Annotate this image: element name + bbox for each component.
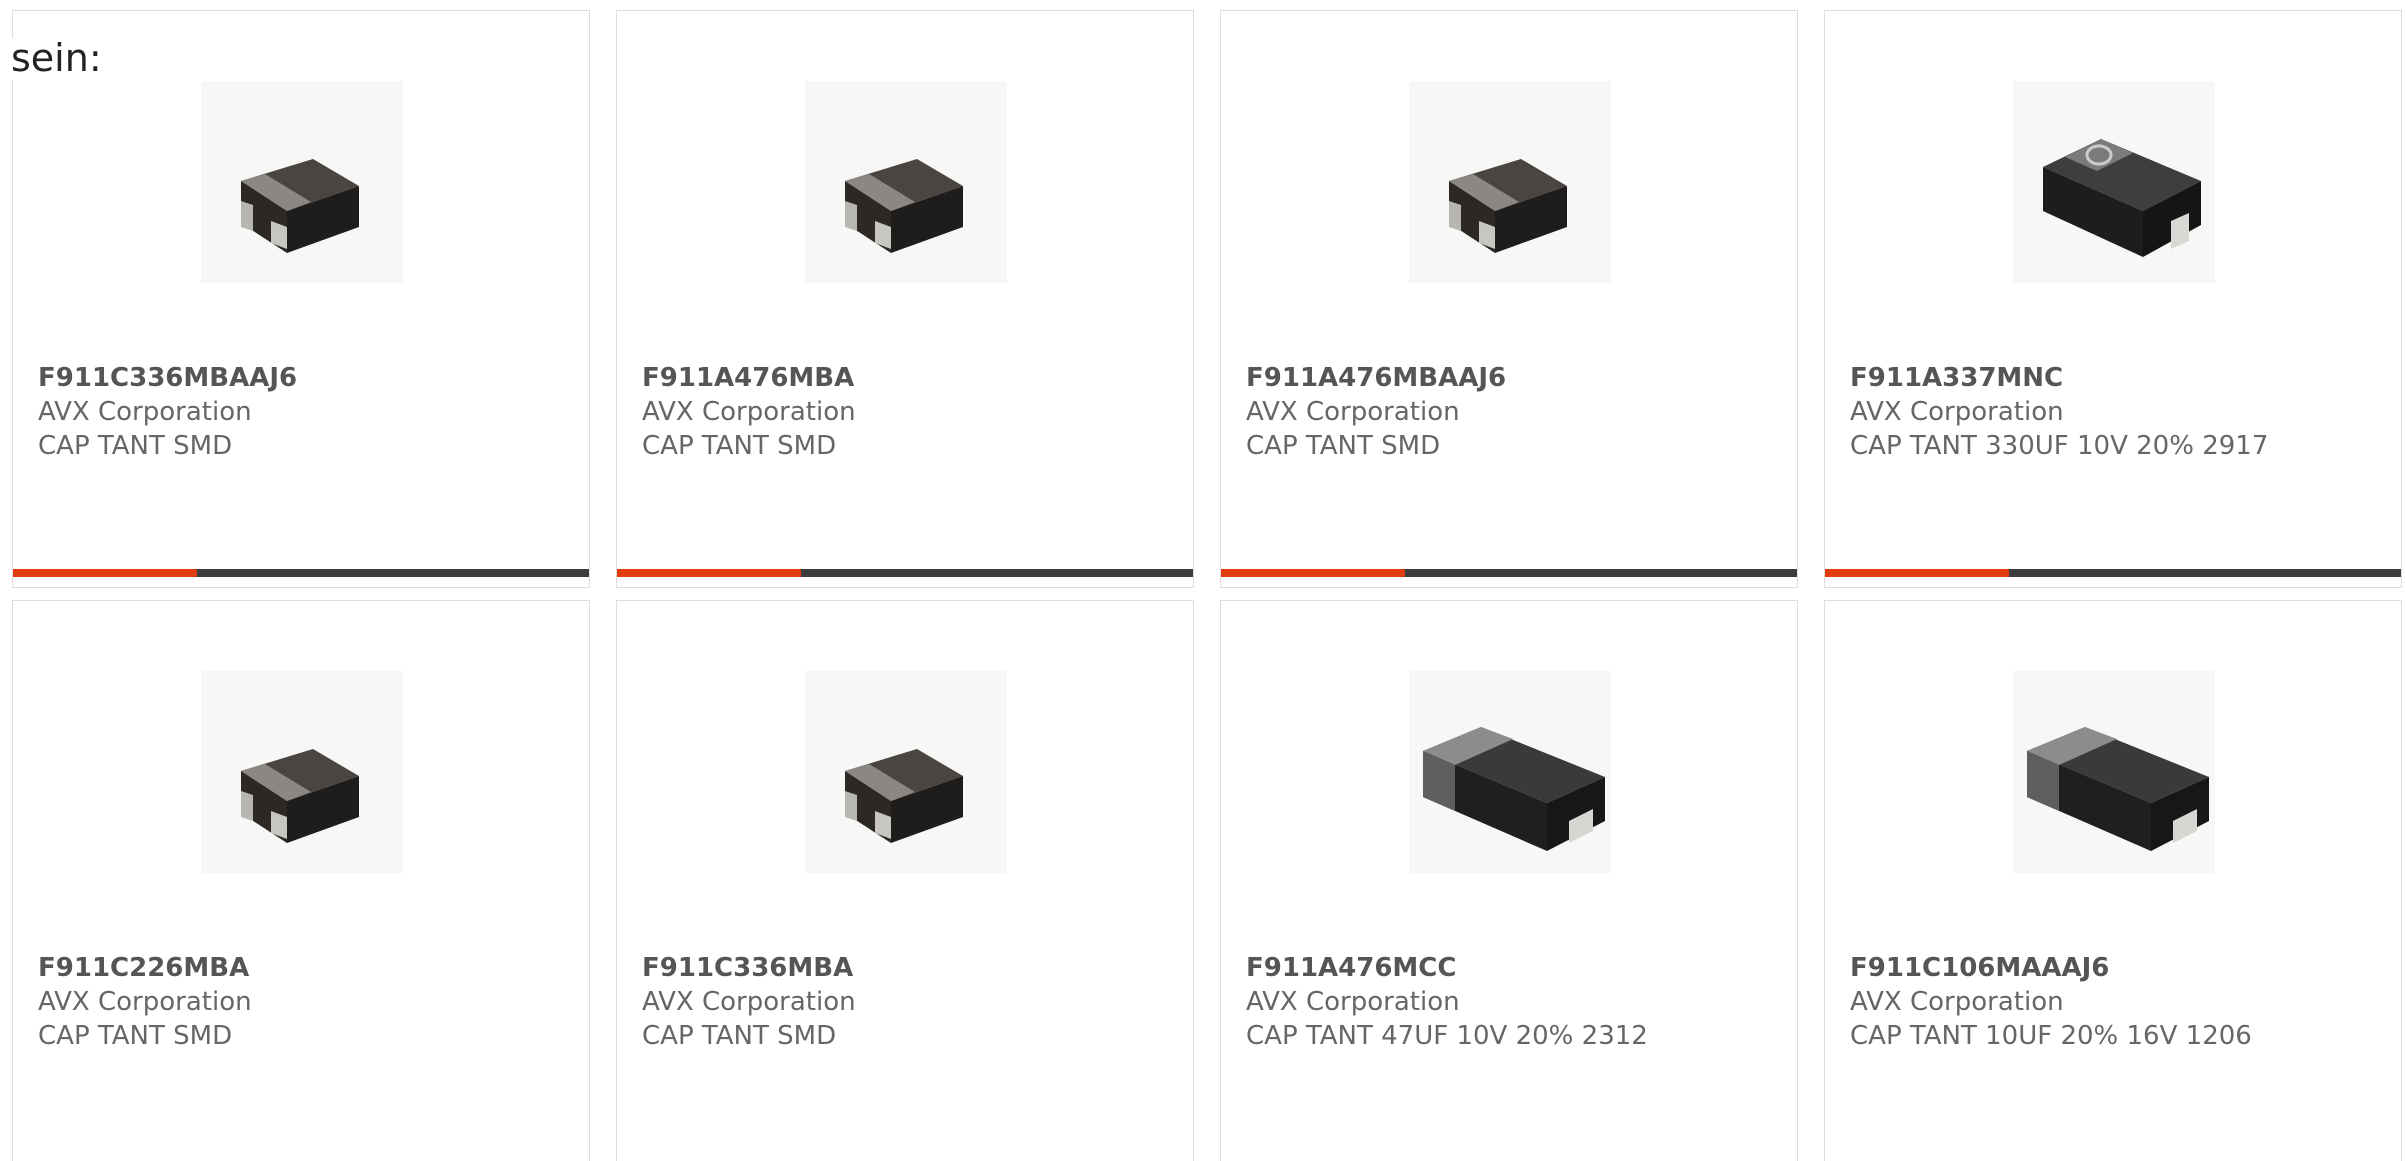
- product-grid: F911C336MBAAJ6 AVX Corporation CAP TANT …: [0, 0, 2405, 1161]
- part-number-link[interactable]: F911A476MBAAJ6: [1246, 363, 1506, 393]
- product-card[interactable]: F911C336MBA AVX Corporation CAP TANT SMD: [616, 600, 1194, 1161]
- section-caption: sein:: [11, 36, 102, 80]
- product-card[interactable]: F911A476MBAAJ6 AVX Corporation CAP TANT …: [1220, 10, 1798, 588]
- part-number-link[interactable]: F911A476MCC: [1246, 953, 1456, 983]
- tantalum-capacitor-small-icon: [1449, 159, 1567, 253]
- product-image[interactable]: [1409, 671, 1611, 873]
- part-number-link[interactable]: F911C336MBA: [642, 953, 853, 983]
- manufacturer-label: AVX Corporation: [1246, 987, 1460, 1017]
- product-card[interactable]: F911A337MNC AVX Corporation CAP TANT 330…: [1824, 10, 2402, 588]
- progress-bar: [13, 569, 589, 577]
- tantalum-capacitor-small-icon: [241, 749, 359, 843]
- description-label: CAP TANT 10UF 20% 16V 1206: [1850, 1021, 2252, 1051]
- part-number-link[interactable]: F911A337MNC: [1850, 363, 2063, 393]
- description-label: CAP TANT 330UF 10V 20% 2917: [1850, 431, 2269, 461]
- part-number-link[interactable]: F911A476MBA: [642, 363, 854, 393]
- manufacturer-label: AVX Corporation: [38, 397, 252, 427]
- manufacturer-label: AVX Corporation: [38, 987, 252, 1017]
- description-label: CAP TANT SMD: [38, 431, 233, 461]
- tantalum-capacitor-small-icon: [845, 749, 963, 843]
- description-label: CAP TANT SMD: [642, 431, 837, 461]
- product-image[interactable]: [2013, 671, 2215, 873]
- manufacturer-label: AVX Corporation: [1850, 397, 2064, 427]
- manufacturer-label: AVX Corporation: [1850, 987, 2064, 1017]
- product-card[interactable]: F911C106MAAAJ6 AVX Corporation CAP TANT …: [1824, 600, 2402, 1161]
- progress-bar: [617, 569, 1193, 577]
- progress-fill: [617, 569, 802, 577]
- product-image[interactable]: [201, 671, 403, 873]
- progress-fill: [1825, 569, 2010, 577]
- tantalum-capacitor-rect-icon: [2027, 727, 2209, 851]
- description-label: CAP TANT 47UF 10V 20% 2312: [1246, 1021, 1648, 1051]
- product-image[interactable]: [201, 81, 403, 283]
- progress-fill: [13, 569, 198, 577]
- manufacturer-label: AVX Corporation: [642, 397, 856, 427]
- product-image[interactable]: [805, 81, 1007, 283]
- progress-fill: [1221, 569, 1406, 577]
- progress-bar: [1221, 569, 1797, 577]
- product-card[interactable]: F911C226MBA AVX Corporation CAP TANT SMD: [12, 600, 590, 1161]
- part-number-link[interactable]: F911C226MBA: [38, 953, 249, 983]
- product-image[interactable]: [1409, 81, 1611, 283]
- progress-bar: [1825, 569, 2401, 577]
- product-card[interactable]: F911C336MBAAJ6 AVX Corporation CAP TANT …: [12, 10, 590, 588]
- description-label: CAP TANT SMD: [38, 1021, 233, 1051]
- product-image[interactable]: [805, 671, 1007, 873]
- product-card[interactable]: F911A476MCC AVX Corporation CAP TANT 47U…: [1220, 600, 1798, 1161]
- product-image[interactable]: [2013, 81, 2215, 283]
- manufacturer-label: AVX Corporation: [1246, 397, 1460, 427]
- manufacturer-label: AVX Corporation: [642, 987, 856, 1017]
- tantalum-capacitor-large-icon: [2043, 139, 2201, 257]
- description-label: CAP TANT SMD: [1246, 431, 1441, 461]
- part-number-link[interactable]: F911C106MAAAJ6: [1850, 953, 2109, 983]
- tantalum-capacitor-small-icon: [845, 159, 963, 253]
- product-card[interactable]: F911A476MBA AVX Corporation CAP TANT SMD: [616, 10, 1194, 588]
- tantalum-capacitor-small-icon: [241, 159, 359, 253]
- description-label: CAP TANT SMD: [642, 1021, 837, 1051]
- part-number-link[interactable]: F911C336MBAAJ6: [38, 363, 297, 393]
- tantalum-capacitor-rect-icon: [1423, 727, 1605, 851]
